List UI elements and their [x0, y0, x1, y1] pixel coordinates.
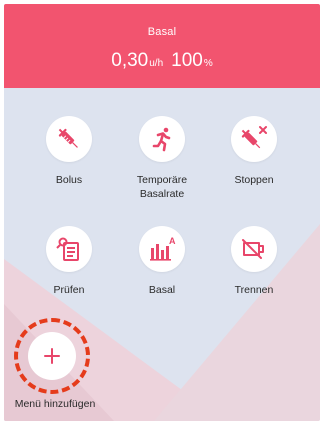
syringe-icon	[58, 128, 78, 148]
basal-rate-display: 0,30u/h 100%	[4, 50, 320, 72]
svg-text:A: A	[169, 236, 176, 246]
menu-basal-button[interactable]: A Basal	[116, 226, 208, 297]
menu-label-temp-basal-line1: Temporäre	[136, 174, 188, 186]
check-icon-circle	[46, 226, 92, 272]
app-screen: Basal 0,30u/h 100% Bolus Temporäre Basal…	[4, 4, 320, 421]
basal-rate-unit: u/h	[149, 58, 164, 69]
stop-icon-circle	[231, 116, 277, 162]
header-label: Basal	[147, 26, 177, 38]
add-menu-label: Menü hinzufügen	[14, 398, 96, 410]
basal-icon-circle: A	[139, 226, 185, 272]
menu-label-stop: Stoppen	[234, 174, 274, 186]
bolus-icon-circle	[46, 116, 92, 162]
menu-label-basal: Basal	[148, 284, 176, 296]
disconnect-icon-circle	[231, 226, 277, 272]
syringe-stop-icon	[241, 126, 267, 149]
basal-percent-unit: %	[203, 58, 213, 69]
add-icon-circle	[28, 332, 76, 380]
menu-label-check: Prüfen	[53, 284, 85, 296]
basal-rate-value: 0,30	[111, 50, 149, 71]
menu-label-bolus: Bolus	[55, 174, 83, 186]
menu-bolus-button[interactable]: Bolus	[23, 116, 115, 187]
menu-label-disconnect: Trennen	[234, 284, 274, 296]
plus-icon	[44, 348, 60, 364]
menu-temp-basal-button[interactable]: Temporäre Basalrate	[116, 116, 208, 201]
temp-basal-icon-circle	[139, 116, 185, 162]
menu-stop-button[interactable]: Stoppen	[208, 116, 300, 187]
menu-label-temp-basal-line2: Basalrate	[139, 188, 185, 200]
basal-percent-value: 100	[171, 50, 203, 71]
check-document-icon	[56, 237, 79, 261]
menu-disconnect-button[interactable]: Trennen	[208, 226, 300, 297]
basal-status-header: Basal 0,30u/h 100%	[4, 4, 320, 88]
menu-label-temp-basal: Temporäre Basalrate	[116, 173, 208, 201]
basal-chart-icon: A	[150, 236, 176, 261]
running-person-icon	[152, 127, 171, 152]
menu-check-button[interactable]: Prüfen	[23, 226, 115, 297]
disconnect-icon	[242, 239, 264, 259]
